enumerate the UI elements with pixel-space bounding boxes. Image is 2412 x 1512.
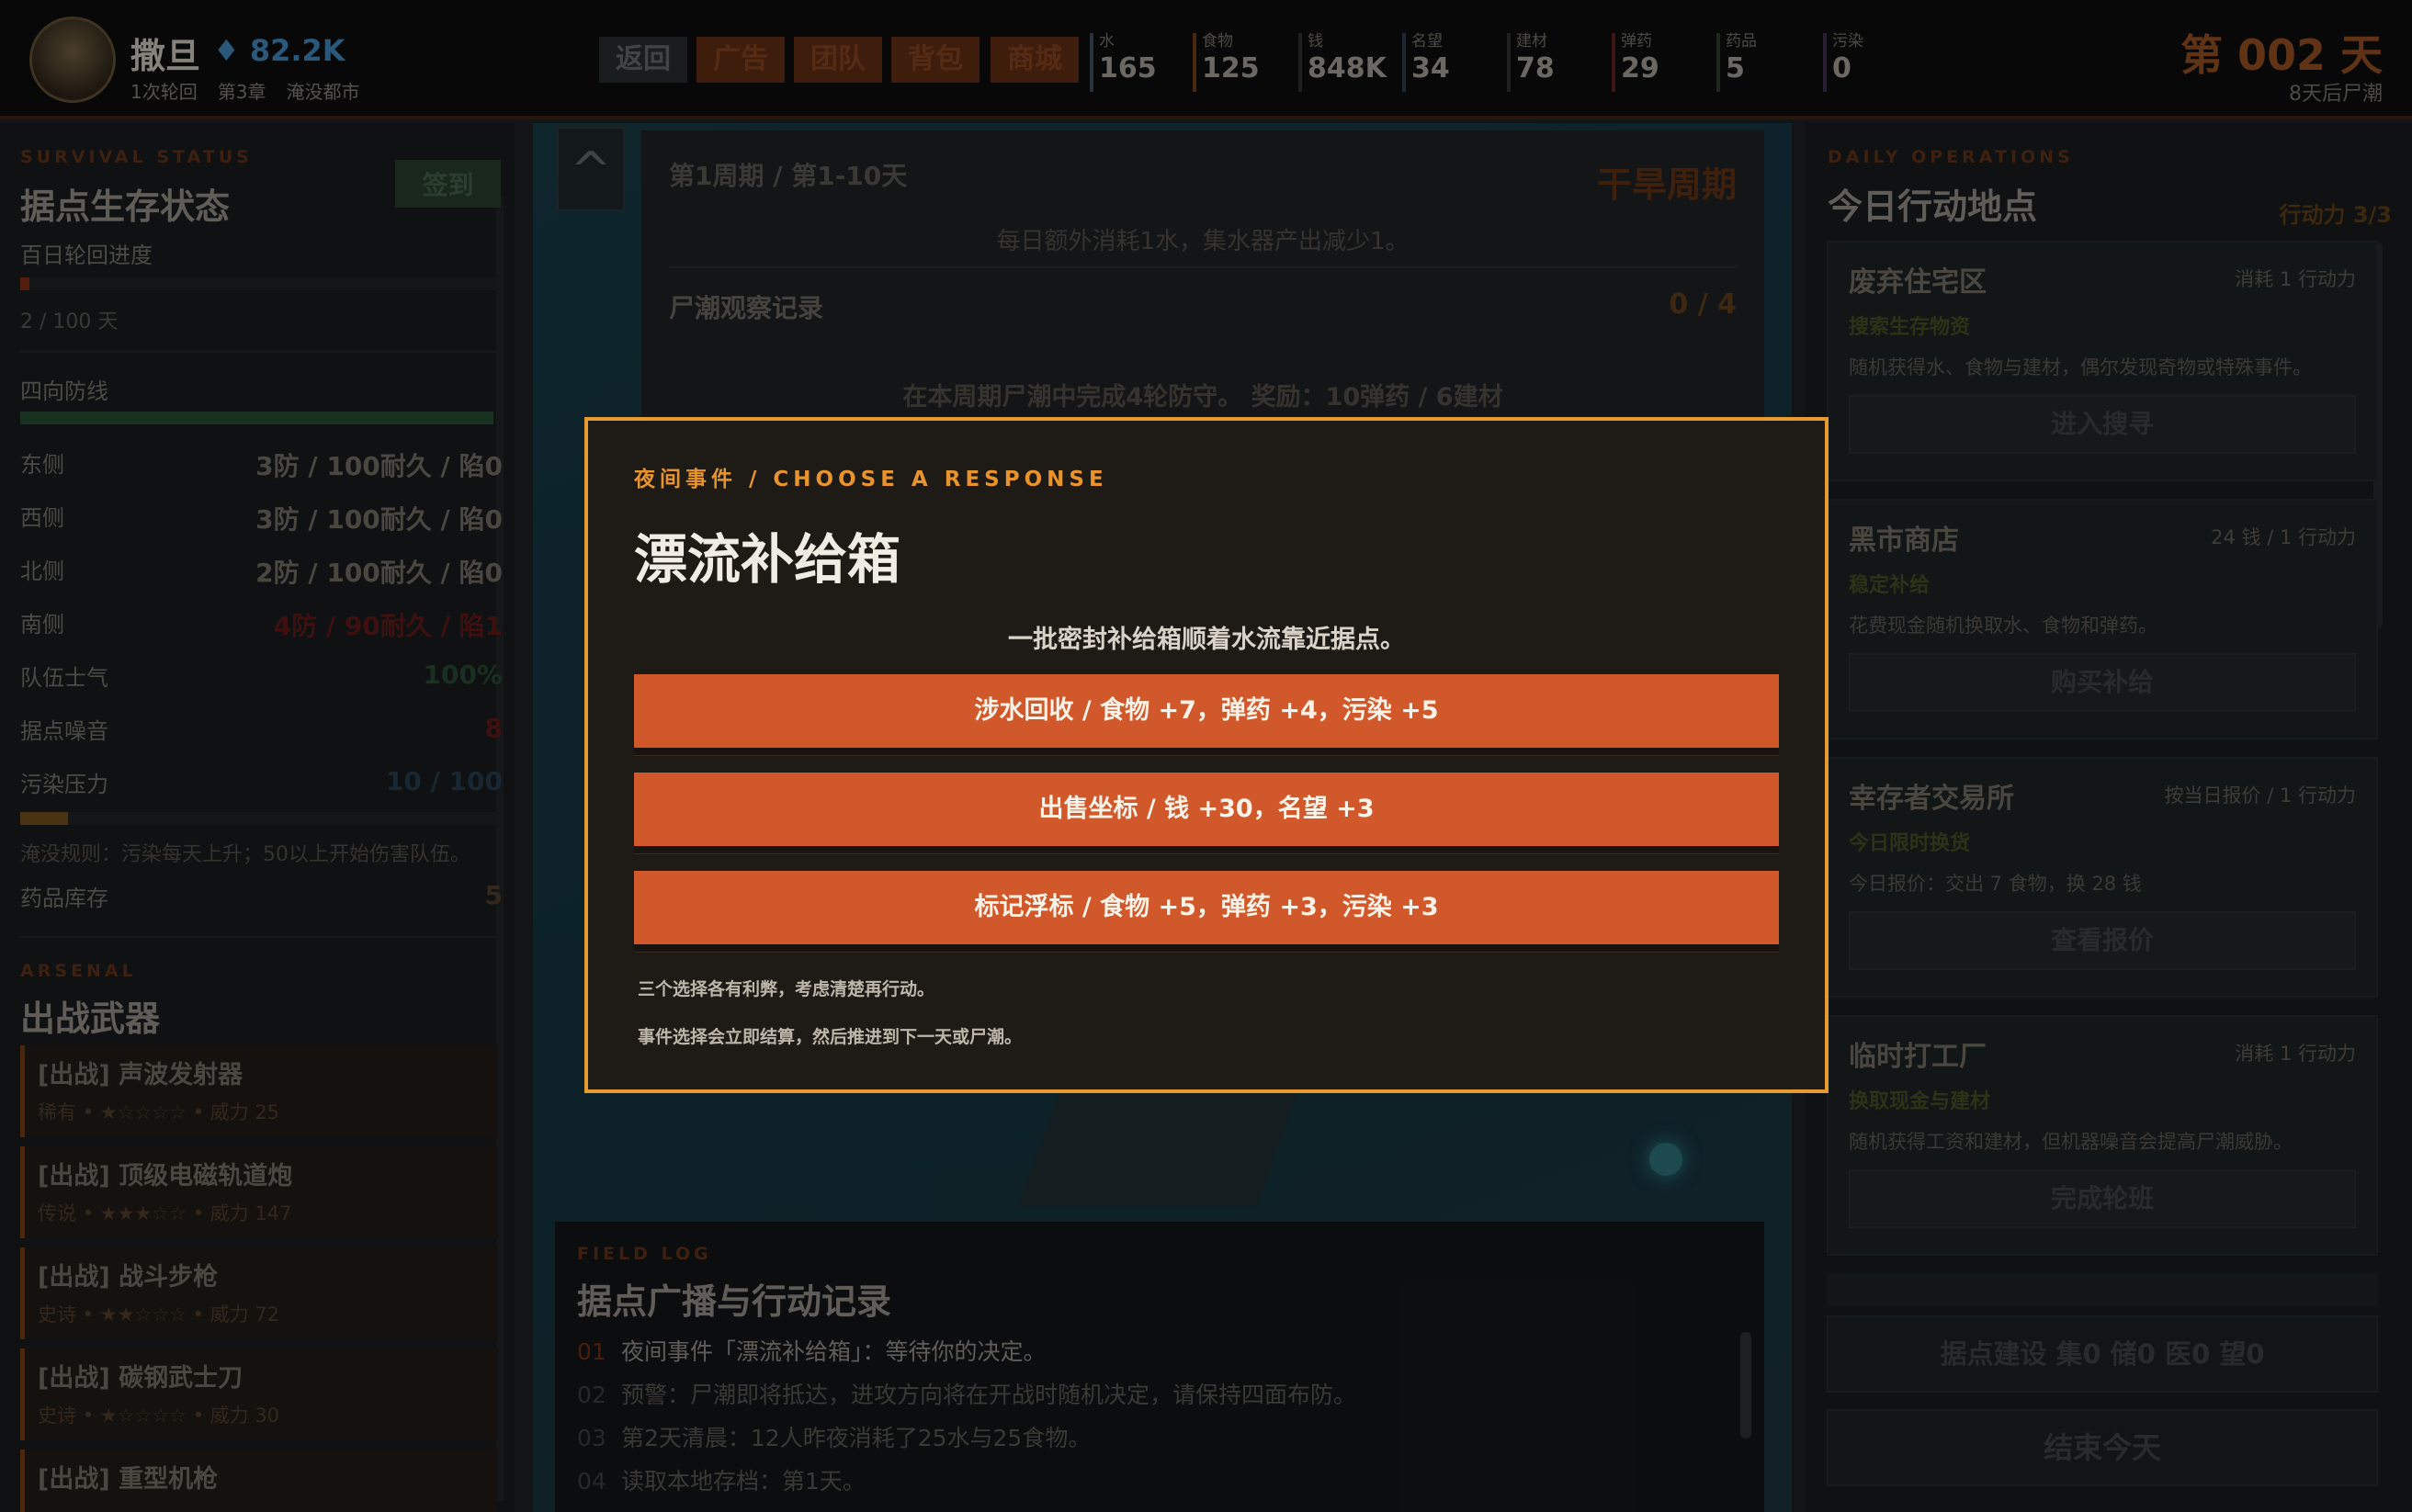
modal-desc: 一批密封补给箱顺着水流靠近据点。 [1008, 626, 1405, 654]
modal-note-tradeoffs: 三个选择各有利弊，考虑清楚再行动。 [638, 979, 935, 999]
modal-kicker: 夜间事件 / CHOOSE A RESPONSE [634, 468, 1108, 491]
modal-title: 漂流补给箱 [634, 528, 901, 591]
modal-note-settle: 事件选择会立即结算，然后推进到下一天或尸潮。 [638, 1027, 1023, 1047]
option-wade-recover-button[interactable]: 涉水回收 / 食物 +7，弹药 +4，污染 +5 [634, 674, 1779, 748]
event-modal: 夜间事件 / CHOOSE A RESPONSE 漂流补给箱 一批密封补给箱顺着… [584, 417, 1829, 1093]
option-sell-coords-button[interactable]: 出售坐标 / 钱 +30，名望 +3 [634, 773, 1779, 846]
option-mark-buoy-button[interactable]: 标记浮标 / 食物 +5，弹药 +3，污染 +3 [634, 871, 1779, 944]
